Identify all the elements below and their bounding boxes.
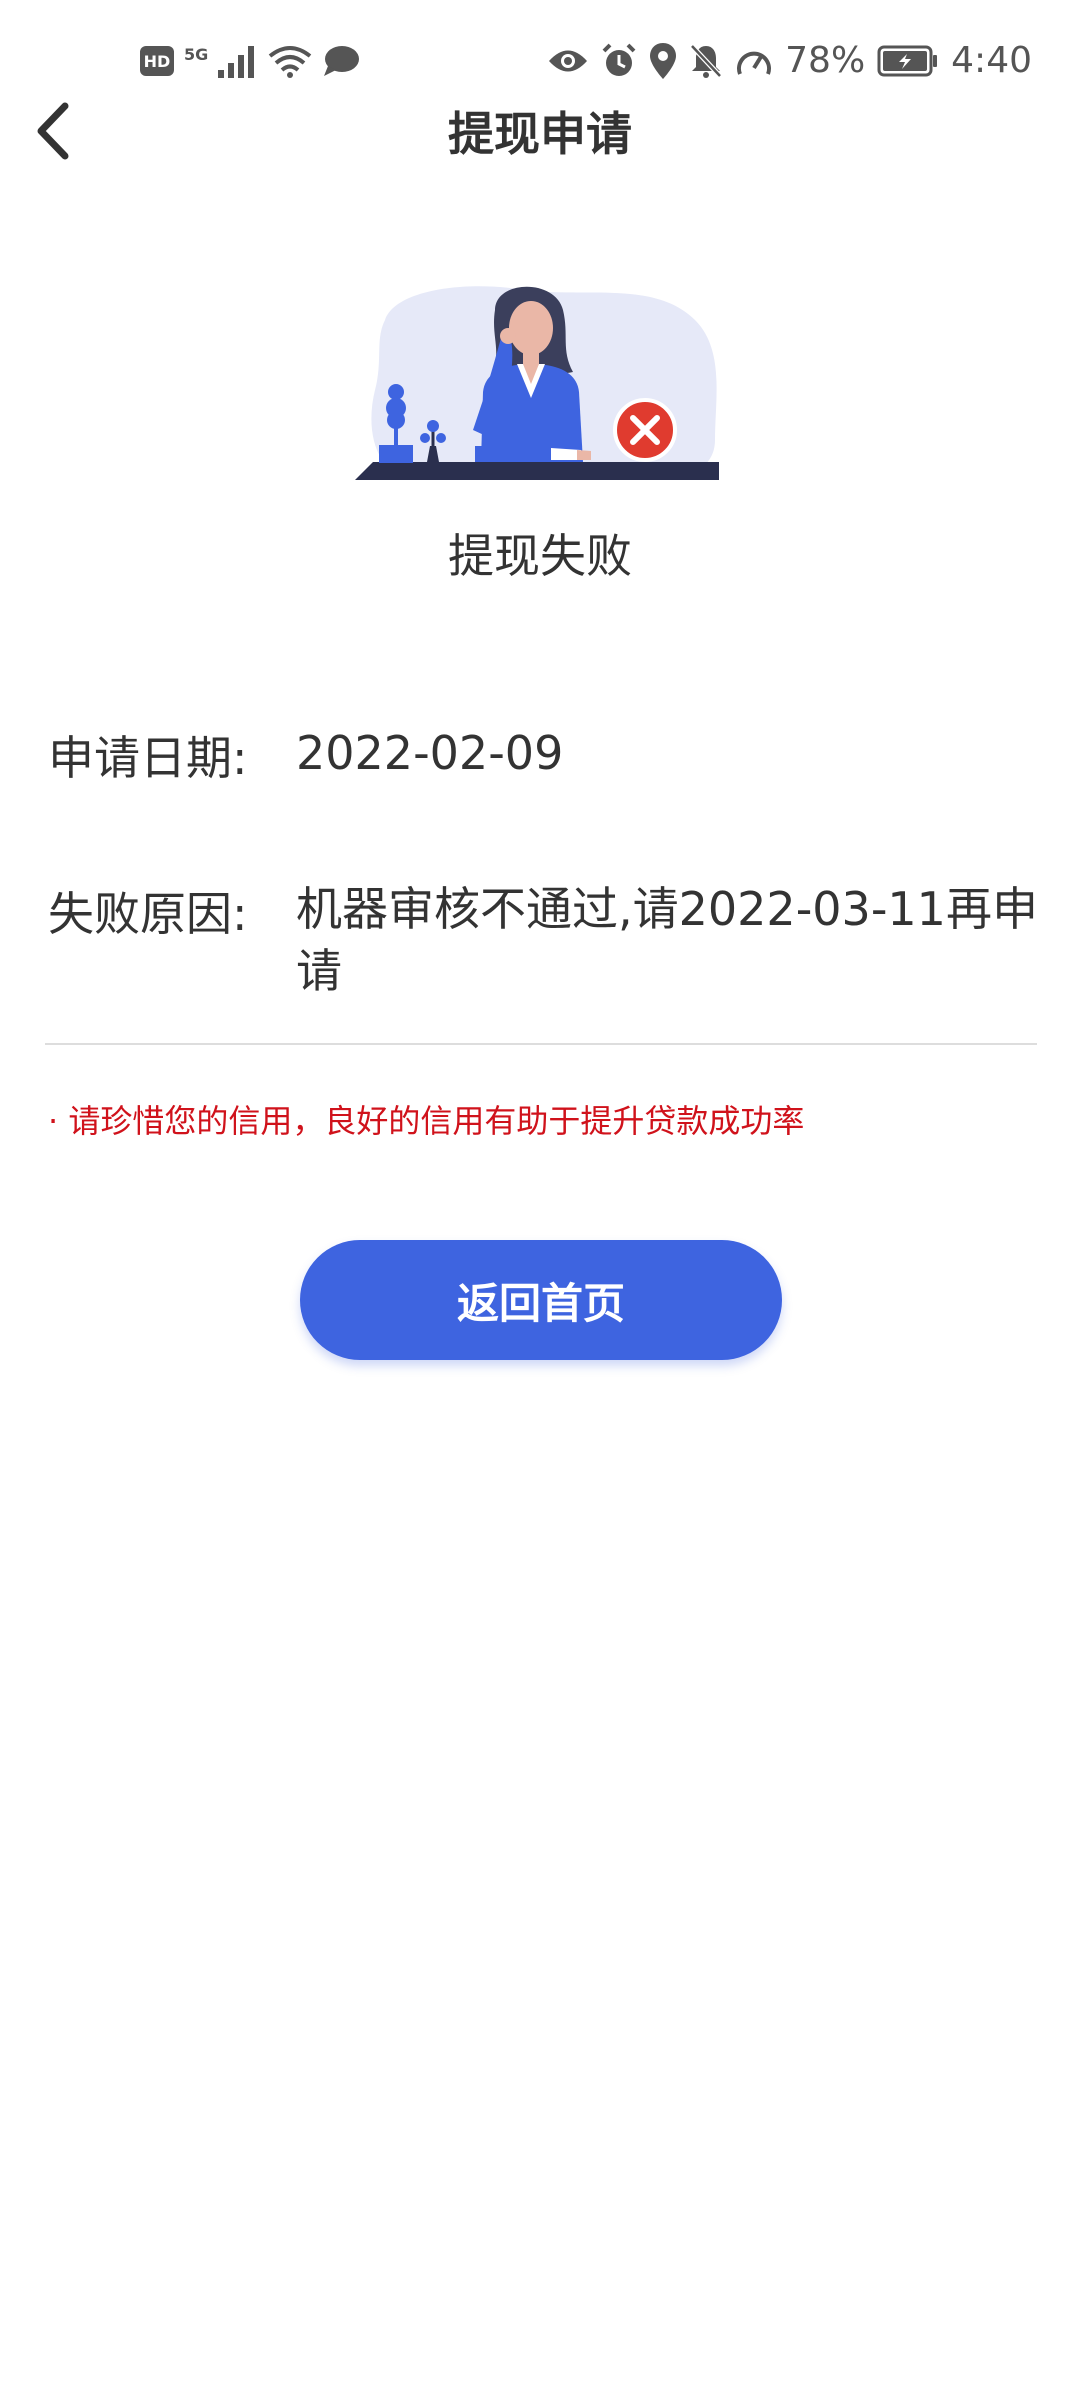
credit-notice: · 请珍惜您的信用，良好的信用有助于提升贷款成功率 (48, 1102, 805, 1140)
hd-icon: HD (140, 46, 174, 76)
wifi-icon (269, 46, 312, 78)
network-type: 5G (184, 44, 209, 64)
location-icon (650, 42, 677, 79)
mute-icon (690, 43, 722, 78)
page-title: 提现申请 (448, 107, 632, 161)
battery-icon (877, 45, 938, 76)
apply-date-label: 申请日期: (48, 731, 248, 785)
app-header: 提现申请 (0, 90, 1080, 170)
apply-date-row: 申请日期: 2022-02-09 (48, 722, 1038, 788)
signal-icon (218, 46, 255, 78)
fail-reason-value: 机器审核不通过,请2022-03-11再申请 (296, 882, 1038, 998)
fail-reason-label: 失败原因: (48, 887, 248, 941)
fail-reason-row: 失败原因: 机器审核不通过,请2022-03-11再申请 (48, 878, 1038, 1002)
battery-percent: 78% (785, 40, 866, 81)
status-left-group: HD 5G (140, 44, 360, 78)
failure-illustration (355, 286, 719, 480)
result-title: 提现失败 (448, 529, 632, 583)
eye-icon (549, 50, 588, 71)
speed-icon (737, 51, 772, 75)
clock-time: 4:40 (951, 40, 1032, 81)
apply-date-value: 2022-02-09 (296, 726, 564, 780)
message-icon (324, 46, 360, 76)
error-x-icon (613, 398, 677, 462)
divider (45, 1043, 1037, 1045)
return-home-button[interactable]: 返回首页 (300, 1240, 782, 1360)
status-right-group: 78% 4:40 (547, 40, 1032, 81)
alarm-icon (602, 43, 636, 76)
